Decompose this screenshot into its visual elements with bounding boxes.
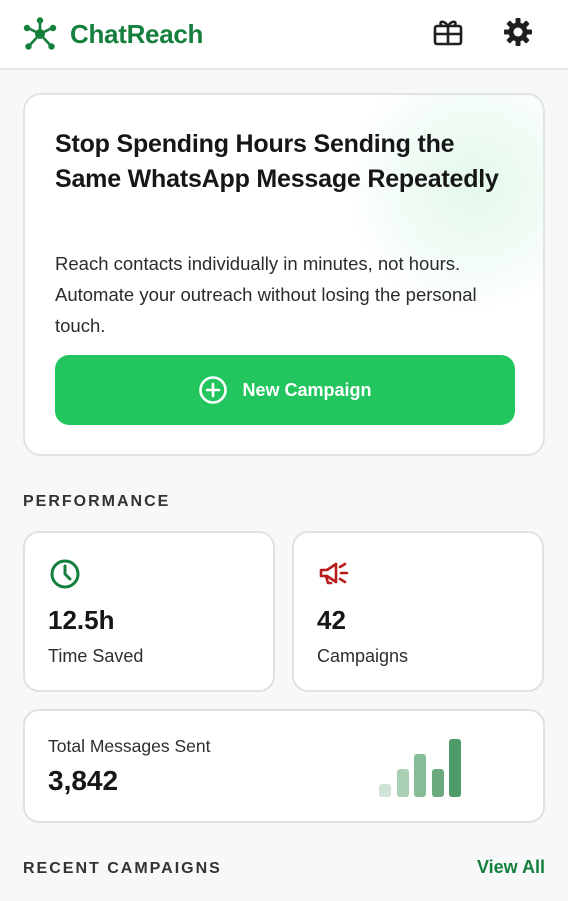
new-campaign-button[interactable]: New Campaign	[55, 355, 515, 425]
gift-button[interactable]	[428, 12, 468, 52]
brand[interactable]: ChatReach	[22, 16, 203, 52]
clock-icon	[50, 559, 80, 589]
time-saved-card[interactable]: 12.5h Time Saved	[23, 531, 275, 692]
hero-description: Reach contacts individually in minutes, …	[55, 253, 477, 336]
view-all-link[interactable]: View All	[477, 857, 545, 878]
total-messages-caption: Total Messages Sent	[48, 736, 211, 756]
recent-campaigns-heading: RECENT CAMPAIGNS	[23, 860, 222, 877]
hero-card: Stop Spending Hours Sending the Same Wha…	[23, 93, 545, 456]
trend-bar	[449, 739, 461, 797]
gift-icon	[433, 20, 463, 46]
gear-icon	[504, 18, 532, 46]
trend-bar	[396, 769, 409, 797]
trend-bar	[414, 754, 426, 797]
time-saved-value: 12.5h	[48, 605, 115, 635]
campaigns-value: 42	[317, 605, 346, 635]
performance-heading: PERFORMANCE	[23, 493, 171, 510]
total-messages-value: 3,842	[48, 765, 119, 796]
trend-bar	[431, 769, 444, 797]
brand-name: ChatReach	[70, 18, 204, 49]
network-logo-icon	[23, 17, 57, 50]
trend-bar	[379, 784, 391, 797]
messages-trend-chart	[379, 735, 469, 797]
megaphone-icon	[319, 562, 349, 585]
app-header: ChatReach	[0, 0, 568, 70]
plus-circle-icon	[199, 376, 228, 404]
new-campaign-label: New Campaign	[242, 379, 372, 400]
hero-title: Stop Spending Hours Sending the Same Wha…	[55, 130, 499, 193]
settings-button[interactable]	[498, 12, 538, 52]
campaigns-caption: Campaigns	[317, 646, 409, 666]
time-saved-caption: Time Saved	[48, 646, 144, 666]
campaigns-card[interactable]: 42 Campaigns	[292, 531, 544, 692]
total-messages-card[interactable]: Total Messages Sent 3,842	[23, 709, 545, 823]
